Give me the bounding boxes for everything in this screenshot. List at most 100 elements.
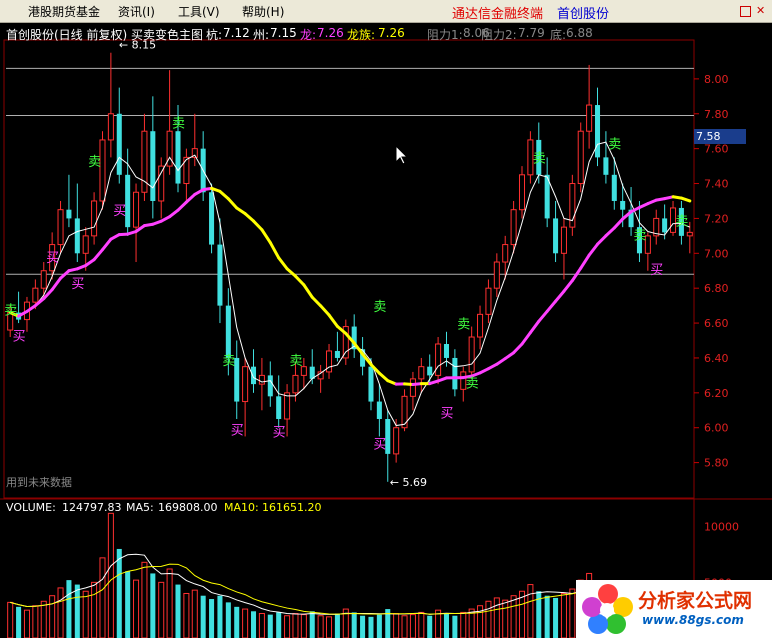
sell-signal: 卖	[533, 152, 546, 167]
menu-tools[interactable]: 工具(V)	[178, 3, 220, 20]
volume-bar	[49, 595, 56, 638]
candle-body	[594, 105, 601, 158]
candle-body	[276, 396, 282, 419]
price-axis-label: 5.80	[704, 457, 729, 470]
volume-bar	[234, 606, 240, 638]
volume-bar	[485, 600, 492, 638]
candle-body	[443, 344, 450, 358]
menu-hk-futures-funds[interactable]: 港股期货基金	[28, 3, 100, 20]
volume-bar	[569, 588, 576, 638]
candle-body	[217, 244, 223, 306]
trend-ma-segment	[545, 299, 558, 313]
candle-body	[553, 218, 559, 254]
volume-bar	[368, 616, 374, 638]
volume-bar	[258, 613, 265, 638]
window-restore-icon[interactable]	[740, 6, 751, 17]
candle-body	[125, 174, 131, 228]
volume-bar	[133, 579, 140, 638]
candle-body	[334, 350, 340, 358]
volume-bar	[284, 615, 291, 638]
volume-bar	[23, 609, 30, 638]
volume-bar	[460, 611, 467, 638]
hang-value: 7.12	[223, 26, 250, 40]
trend-ma-segment	[277, 256, 289, 271]
candle-body	[435, 343, 442, 376]
candle-body	[502, 244, 509, 263]
trend-ma-segment	[587, 242, 600, 257]
menu-bar: 港股期货基金 资讯(I) 工具(V) 帮助(H) 通达信金融终端 首创股份 ✕	[0, 0, 772, 23]
volume-bar	[443, 613, 450, 638]
zuli2-value: 7.79	[518, 26, 545, 40]
trend-ma-segment	[604, 226, 616, 238]
window-controls[interactable]: ✕	[738, 2, 768, 20]
volume-bar	[360, 615, 366, 638]
candle-body	[158, 165, 165, 202]
candle-body	[57, 209, 64, 246]
trend-ma-segment	[319, 304, 331, 317]
volume-bar	[427, 615, 433, 638]
volume-bar	[502, 599, 509, 638]
candle-body	[368, 366, 374, 402]
volume-bar	[493, 597, 500, 638]
fast-ma-line	[10, 141, 690, 427]
watermark: 分析家公式网 www.88gs.com	[576, 580, 772, 638]
volume-bar	[183, 592, 190, 638]
trend-ma-segment	[679, 196, 692, 203]
candle-body	[284, 392, 291, 420]
sell-signal: 卖	[373, 300, 386, 315]
volume-bar	[544, 595, 550, 638]
trend-ma-segment	[503, 351, 516, 361]
buy-signal: 买	[46, 251, 59, 266]
trend-ma-segment	[327, 313, 339, 328]
watermark-text: 分析家公式网	[638, 590, 753, 612]
volume-bar	[276, 612, 282, 638]
candle-body	[133, 191, 140, 228]
price-axis-label: 6.60	[704, 317, 729, 330]
ma10-value: 161651.20	[262, 501, 322, 514]
volume-bar	[300, 614, 307, 638]
candle-body	[175, 131, 181, 184]
current-price-tag: 7.58	[694, 129, 746, 144]
ma10-label: MA10:	[224, 501, 259, 514]
trend-ma-segment	[243, 212, 256, 223]
sell-signal: 卖	[608, 138, 621, 153]
candle-body	[209, 192, 215, 245]
trend-ma-segment	[579, 253, 591, 270]
candle-body	[82, 235, 89, 254]
candle-body	[485, 287, 492, 315]
hang-label: 杭:	[206, 28, 223, 42]
volume-bar	[166, 568, 173, 638]
window-close-icon[interactable]: ✕	[756, 4, 765, 17]
chart-title: 首创股份(日线 前复权) 买卖变色主图	[6, 28, 203, 42]
trend-ma-segment	[596, 234, 608, 246]
sell-signal: 卖	[88, 155, 101, 170]
trend-ma-segment	[537, 309, 549, 323]
candle-body	[91, 200, 98, 237]
trend-ma-segment	[302, 283, 314, 299]
kline-chart[interactable]: 8.00 7.80 7.60 7.40 7.20 7.00 6.80 6.60 6.40 6.20…	[0, 22, 772, 638]
menu-help[interactable]: 帮助(H)	[242, 3, 284, 20]
trend-ma-segment	[554, 289, 566, 303]
candle-body	[686, 231, 693, 237]
volume-bar	[510, 595, 517, 638]
zhou-value: 7.15	[270, 26, 297, 40]
volume-bar	[409, 614, 416, 638]
volume-label: VOLUME:	[6, 501, 56, 514]
trend-ma-segment	[293, 274, 306, 287]
sell-signal: 卖	[289, 354, 302, 369]
trend-ma-segment	[495, 357, 507, 366]
volume-bar	[74, 584, 80, 638]
sell-signal: 卖	[466, 377, 479, 392]
app-window: 港股期货基金 资讯(I) 工具(V) 帮助(H) 通达信金融终端 首创股份 ✕ …	[0, 0, 772, 638]
volume-bar	[125, 571, 131, 638]
candle-body	[493, 261, 500, 289]
price-axis-label: 7.60	[704, 143, 729, 156]
menu-news[interactable]: 资讯(I)	[118, 3, 155, 20]
volume-bar	[401, 615, 408, 638]
ma5-label: MA5:	[126, 501, 154, 514]
long-value: 7.26	[317, 26, 344, 40]
di-label: 底:	[550, 28, 567, 42]
volume-bar	[107, 512, 114, 638]
sell-signal: 卖	[172, 117, 185, 132]
price-axis-label: 7.20	[704, 212, 729, 225]
